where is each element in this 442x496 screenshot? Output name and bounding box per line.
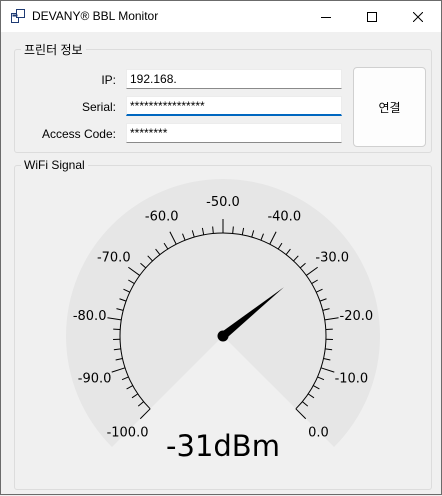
app-window: DEVANY® BBL Monitor 프린터 정보 IP: Serial: A… [0, 0, 442, 495]
gauge-tick-label: -30.0 [315, 251, 349, 266]
wifi-signal-gauge: -100.0 -90.0 -80.0 -70.0 -60.0 -50.0 -40.0 -30.… [1, 1, 442, 496]
gauge-tick-label: -60.0 [145, 210, 179, 225]
gauge-tick-label: -100.0 [107, 425, 149, 440]
gauge-tick-label: -10.0 [335, 372, 369, 387]
gauge-minor-tick [213, 226, 214, 233]
gauge-tick-label: -70.0 [97, 251, 131, 266]
gauge-tick-label: -80.0 [73, 309, 107, 324]
gauge-minor-tick [233, 226, 234, 233]
gauge-needle-hub [218, 331, 229, 342]
gauge-tick-label: -40.0 [267, 210, 301, 225]
gauge-value-readout: -31dBm [166, 429, 280, 463]
gauge-tick-label: -20.0 [340, 309, 374, 324]
gauge-tick-label: 0.0 [308, 425, 329, 440]
gauge-tick-label: -50.0 [206, 195, 240, 210]
gauge-tick-label: -90.0 [78, 372, 112, 387]
